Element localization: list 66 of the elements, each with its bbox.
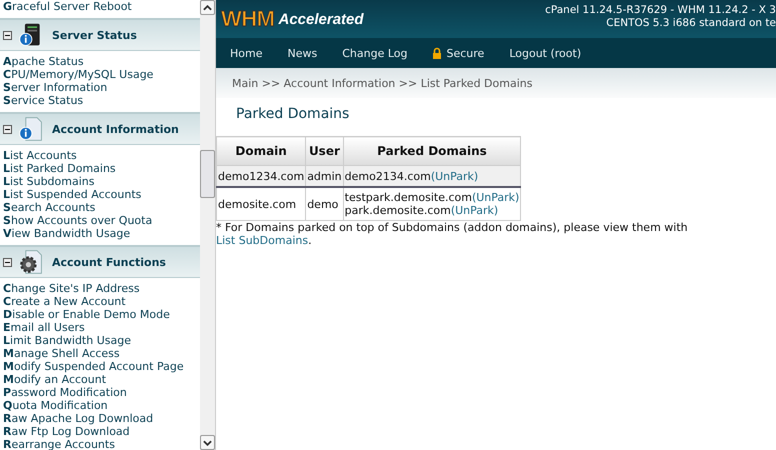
sidebar-link[interactable]: Email all Users bbox=[0, 321, 200, 334]
nav-link[interactable]: Logout (root) bbox=[509, 46, 582, 60]
nav-link[interactable]: Home bbox=[230, 46, 262, 60]
sidebar-link[interactable]: Server Information bbox=[0, 81, 200, 94]
version-info: cPanel 11.24.5-R37629 - WHM 11.24.2 - X 3 bbox=[545, 4, 776, 17]
breadcrumb: Main >> Account Information >> List Parked Domains bbox=[232, 76, 532, 90]
section-header[interactable]: Server Status bbox=[0, 18, 200, 51]
sidebar-link[interactable]: List Accounts bbox=[0, 149, 200, 162]
unpark-link[interactable]: (UnPark) bbox=[472, 191, 520, 204]
sidebar-link[interactable]: Graceful Server Reboot bbox=[0, 0, 200, 13]
sidebar-link[interactable]: Rearrange Accounts bbox=[0, 438, 200, 450]
page-title: Parked Domains bbox=[236, 106, 350, 122]
sidebar-link[interactable]: Quota Modification bbox=[0, 399, 200, 412]
collapse-icon[interactable] bbox=[3, 258, 12, 266]
sidebar-link[interactable]: Raw Ftp Log Download bbox=[0, 425, 200, 438]
subdomains-link[interactable]: List SubDomains bbox=[216, 234, 308, 247]
nav-link[interactable]: News bbox=[287, 46, 318, 60]
parked-domain: demo2134.com bbox=[344, 170, 431, 182]
sidebar-link[interactable]: Disable or Enable Demo Mode bbox=[0, 308, 200, 321]
sidebar-link[interactable]: List Suspended Accounts bbox=[0, 188, 200, 201]
document-info-icon bbox=[18, 116, 44, 142]
sidebar-link[interactable]: Limit Bandwidth Usage bbox=[0, 334, 200, 347]
sidebar-link[interactable]: Show Accounts over Quota bbox=[0, 214, 200, 227]
sidebar-link[interactable]: CPU/Memory/MySQL Usage bbox=[0, 68, 200, 81]
version-info: CENTOS 5.3 i686 standard on te bbox=[605, 17, 776, 30]
sidebar-link[interactable]: Apache Status bbox=[0, 55, 200, 68]
table-cell: demo bbox=[306, 187, 344, 220]
lock-icon bbox=[432, 47, 442, 59]
sidebar-link[interactable]: Change Site's IP Address bbox=[0, 282, 200, 295]
nav-link[interactable]: Secure bbox=[432, 46, 484, 60]
parked-domain: testpark.demosite.com bbox=[344, 191, 472, 204]
table-cell: admin bbox=[306, 166, 344, 187]
unpark-link[interactable]: (UnPark) bbox=[450, 204, 498, 217]
caret-down-icon bbox=[203, 440, 212, 446]
scroll-up-button[interactable] bbox=[200, 0, 215, 15]
sidebar-link[interactable]: Service Status bbox=[0, 94, 200, 107]
column-header: User bbox=[306, 136, 344, 166]
logo-text: WHM bbox=[221, 6, 274, 32]
table-cell: demo1234.com bbox=[216, 166, 306, 187]
caret-up-icon bbox=[203, 4, 212, 10]
gear-document-icon bbox=[18, 249, 44, 275]
section-header[interactable]: Account Information bbox=[0, 112, 200, 145]
sidebar-link[interactable]: View Bandwidth Usage bbox=[0, 227, 200, 240]
sidebar-link[interactable]: Raw Apache Log Download bbox=[0, 412, 200, 425]
sidebar-link[interactable]: Search Accounts bbox=[0, 201, 200, 214]
sidebar-link[interactable]: Manage Shell Access bbox=[0, 347, 200, 360]
sidebar-link[interactable]: Modify an Account bbox=[0, 373, 200, 386]
unpark-link[interactable]: (UnPark) bbox=[430, 170, 478, 182]
sidebar-link[interactable]: Create a New Account bbox=[0, 295, 200, 308]
collapse-icon[interactable] bbox=[3, 30, 12, 40]
section-header[interactable]: Account Functions bbox=[0, 245, 200, 278]
table-cell: demosite.com bbox=[216, 187, 306, 220]
sidebar-link[interactable]: List Subdomains bbox=[0, 175, 200, 188]
sidebar-link[interactable]: Password Modification bbox=[0, 386, 200, 399]
nav-link[interactable]: Change Log bbox=[342, 46, 408, 60]
scroll-down-button[interactable] bbox=[200, 435, 215, 450]
collapse-icon[interactable] bbox=[3, 124, 12, 134]
scrollbar[interactable] bbox=[200, 0, 215, 450]
sidebar-link[interactable]: Modify Suspended Account Page bbox=[0, 360, 200, 373]
column-header: Domain bbox=[216, 136, 306, 166]
sidebar-link[interactable]: List Parked Domains bbox=[0, 162, 200, 175]
scrollbar-thumb[interactable] bbox=[200, 150, 215, 198]
parked-domain: park.demosite.com bbox=[344, 204, 451, 217]
footnote: * For Domains parked on top of Subdomains (addon domains), please view them with List SubDomains. bbox=[216, 221, 689, 247]
column-header: Parked Domains bbox=[343, 136, 521, 166]
logo-subtitle: Accelerated bbox=[278, 10, 364, 28]
